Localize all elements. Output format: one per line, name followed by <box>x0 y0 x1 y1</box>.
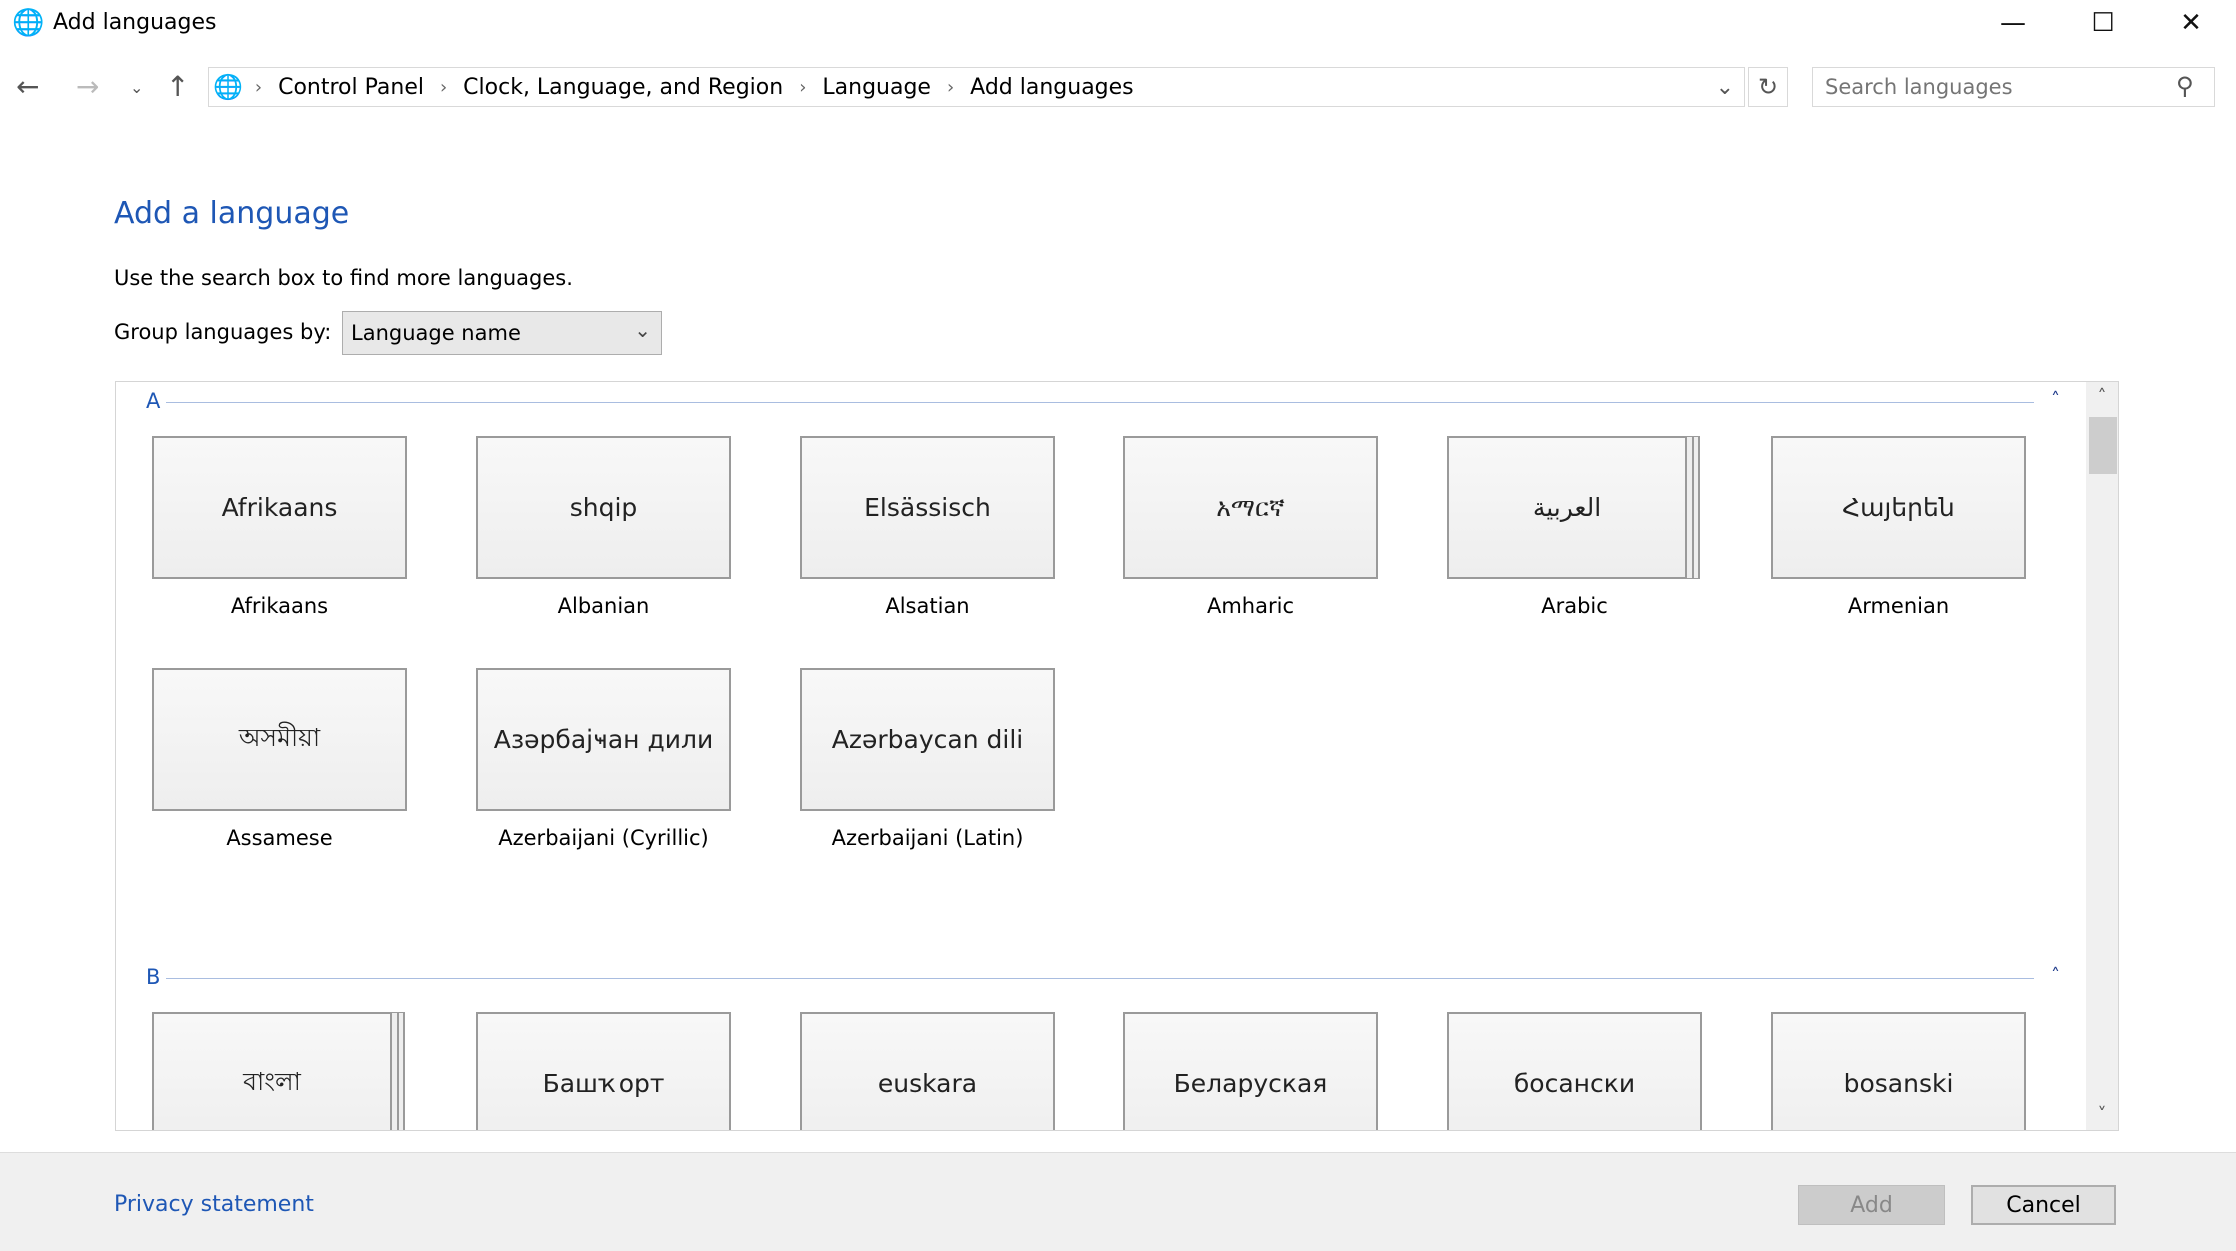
group-by-label: Group languages by: <box>114 320 332 344</box>
language-tile[interactable]: bosanski <box>1771 1012 2026 1130</box>
page-title: Add a language <box>114 196 350 231</box>
separator-icon: › <box>439 76 448 98</box>
language-tile[interactable]: አማርኛ <box>1123 436 1378 579</box>
language-name: Azerbaijani (Latin) <box>831 826 1024 850</box>
section-header-a: A <box>146 389 161 413</box>
language-tile[interactable]: বাংলা <box>152 1012 392 1130</box>
separator-icon: › <box>799 76 807 98</box>
search-input[interactable] <box>1812 67 2215 107</box>
language-name: Albanian <box>557 594 650 618</box>
language-tile[interactable]: shqip <box>476 436 731 579</box>
group-by-dropdown[interactable]: Language name ⌄ <box>342 311 662 355</box>
language-globe-icon: 🌐 <box>213 73 243 101</box>
privacy-statement-link[interactable]: Privacy statement <box>114 1192 314 1217</box>
language-name: Armenian <box>1847 594 1950 618</box>
window-title: Add languages <box>53 10 217 35</box>
collapse-section-icon[interactable]: ˄ <box>2051 389 2060 410</box>
language-tile[interactable]: Afrikaans <box>152 436 407 579</box>
language-name: Azerbaijani (Cyrillic) <box>498 826 709 850</box>
forward-button[interactable]: → <box>76 70 99 103</box>
group-by-value: Language name <box>351 321 521 345</box>
language-tile[interactable]: Башҡорт <box>476 1012 731 1130</box>
language-name: Amharic <box>1206 594 1294 618</box>
language-tile[interactable]: Беларуская <box>1123 1012 1378 1130</box>
scrollbar[interactable] <box>2086 382 2118 1130</box>
language-tile[interactable]: босански <box>1447 1012 1702 1130</box>
breadcrumb-control-panel[interactable]: Control Panel <box>278 75 424 100</box>
up-button[interactable]: ↑ <box>166 70 189 103</box>
language-globe-icon: 🌐 <box>12 8 45 38</box>
separator-icon: › <box>254 76 263 98</box>
language-name: Assamese <box>226 826 333 850</box>
collapse-section-icon[interactable]: ˄ <box>2051 965 2060 986</box>
address-dropdown-icon[interactable]: ⌄ <box>1716 75 1734 100</box>
language-tile[interactable]: euskara <box>800 1012 1055 1130</box>
separator-icon: › <box>946 76 955 98</box>
breadcrumb-language[interactable]: Language <box>822 75 931 100</box>
breadcrumb-clock-language-region[interactable]: Clock, Language, and Region <box>463 75 783 100</box>
language-tile[interactable]: العربية <box>1447 436 1687 579</box>
cancel-button[interactable]: Cancel <box>1971 1185 2116 1225</box>
recent-locations-button[interactable]: ⌄ <box>130 78 143 97</box>
close-button[interactable]: ✕ <box>2146 0 2236 46</box>
language-tile[interactable]: Elsässisch <box>800 436 1055 579</box>
back-button[interactable]: ← <box>16 70 39 103</box>
language-name: Arabic <box>1541 594 1608 618</box>
minimize-button[interactable]: — <box>1968 0 2058 46</box>
section-divider <box>166 402 2034 403</box>
language-name: Afrikaans <box>230 594 329 618</box>
section-header-b: B <box>146 965 161 989</box>
scroll-down-icon[interactable]: ˅ <box>2086 1104 2118 1125</box>
language-name: Alsatian <box>885 594 970 618</box>
language-tile[interactable]: অসমীয়া <box>152 668 407 811</box>
language-list: ˄ ˅ A ˄ Afrikaans Afrikaans shqip Albanian Els… <box>115 381 2119 1131</box>
language-tile[interactable]: Azərbaycan dili <box>800 668 1055 811</box>
language-tile[interactable]: Азәрбајҹан дили <box>476 668 731 811</box>
section-divider <box>166 978 2034 979</box>
add-button[interactable]: Add <box>1798 1185 1945 1225</box>
scroll-up-icon[interactable]: ˄ <box>2086 386 2118 407</box>
hint-text: Use the search box to find more language… <box>114 266 573 290</box>
refresh-button[interactable]: ↻ <box>1748 67 1788 107</box>
search-icon[interactable]: ⚲ <box>2176 72 2194 100</box>
language-tile[interactable]: Հայերեն <box>1771 436 2026 579</box>
maximize-button[interactable]: ☐ <box>2058 0 2148 46</box>
address-bar[interactable]: 🌐 › Control Panel › Clock, Language, and… <box>208 67 1745 107</box>
scrollbar-thumb[interactable] <box>2089 417 2117 474</box>
breadcrumb-add-languages[interactable]: Add languages <box>970 75 1133 100</box>
chevron-down-icon: ⌄ <box>634 318 651 342</box>
